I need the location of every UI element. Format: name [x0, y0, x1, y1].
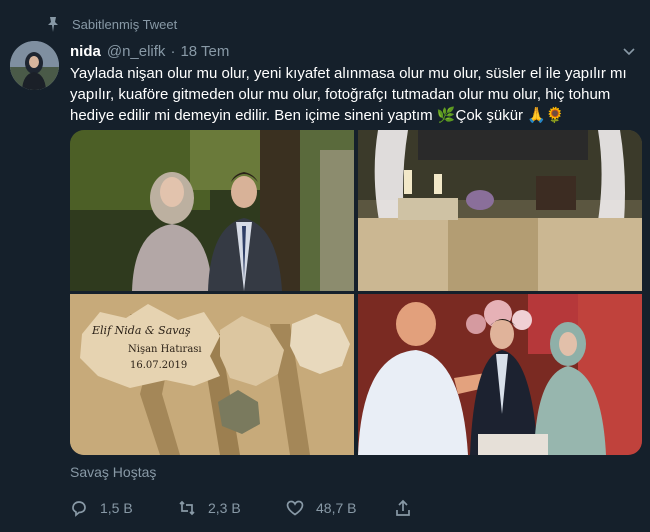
heart-icon: [286, 500, 304, 516]
photo-engagement-tags[interactable]: Elif Nida & Savaş Nişan Hatırası 16.07.2…: [70, 294, 354, 455]
pin-icon: [48, 17, 58, 32]
tag-date: 16.07.2019: [130, 360, 187, 371]
photo-ring-ceremony[interactable]: [358, 294, 642, 455]
share-button[interactable]: [394, 499, 412, 517]
user-handle[interactable]: @n_elifk: [107, 43, 166, 60]
retweet-button[interactable]: 2,3 B: [178, 499, 286, 517]
reply-button[interactable]: 1,5 B: [70, 499, 178, 517]
tweet-header: nida @n_elifk · 18 Tem: [70, 40, 636, 62]
tweet-actions: 1,5 B 2,3 B 48,7 B: [70, 496, 450, 520]
reply-icon: [72, 501, 86, 517]
photo-couple-outdoor[interactable]: [70, 130, 354, 291]
like-count: 48,7 B: [316, 500, 357, 516]
retweet-count: 2,3 B: [208, 500, 241, 516]
tag-title: Nişan Hatırası: [128, 344, 202, 355]
retweet-icon: [179, 500, 195, 516]
tag-names: Elif Nida & Savaş: [91, 324, 191, 337]
separator-dot: ·: [170, 42, 176, 60]
like-button[interactable]: 48,7 B: [286, 499, 394, 517]
pinned-label: Sabitlenmiş Tweet: [72, 16, 178, 32]
photo-decorated-table[interactable]: [358, 130, 642, 291]
share-icon: [396, 499, 410, 516]
reply-count: 1,5 B: [100, 500, 133, 516]
avatar[interactable]: [10, 41, 59, 90]
location-label[interactable]: Savaş Hoştaş: [70, 464, 156, 480]
media-grid: Elif Nida & Savaş Nişan Hatırası 16.07.2…: [70, 130, 642, 455]
tweet-time[interactable]: 18 Tem: [180, 43, 229, 60]
tweet-text: Yaylada nişan olur mu olur, yeni kıyafet…: [70, 65, 627, 124]
pinned-tweet-indicator: Sabitlenmiş Tweet: [46, 14, 177, 34]
display-name[interactable]: nida: [70, 43, 101, 60]
chevron-down-icon[interactable]: [622, 44, 636, 58]
